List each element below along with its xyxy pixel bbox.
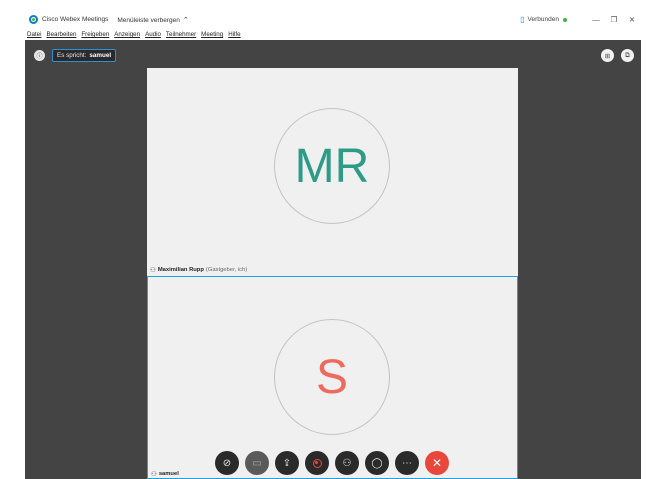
share-icon: ⇪ [282, 457, 292, 469]
mute-mic-icon: ⊘ [222, 457, 232, 469]
meeting-controls: ⊘ ▭ ⇪ ⚇ ◯ ⋯ ✕ [215, 451, 455, 477]
title-bar: Cisco Webex Meetings Menüleiste verberge… [25, 10, 641, 29]
video-tile-active-speaker[interactable]: S ⚇ samuel [147, 276, 518, 479]
speaker-name: samuel [89, 52, 112, 59]
menu-item-meeting[interactable]: Meeting [201, 31, 223, 38]
connection-status[interactable]: ▯ Verbunden [520, 15, 567, 24]
menu-item-teilnehmer[interactable]: Teilnehmer [166, 31, 196, 38]
share-button[interactable]: ⇪ [275, 451, 299, 475]
end-meeting-button[interactable]: ✕ [425, 451, 449, 475]
info-icon[interactable]: ⓘ [34, 50, 45, 61]
avatar: S [274, 319, 390, 435]
video-off-icon: ▭ [252, 457, 262, 469]
webex-logo-icon [29, 15, 38, 24]
app-title: Cisco Webex Meetings [42, 16, 109, 23]
participant-role: (Gastgeber, ich) [205, 267, 248, 273]
avatar-initials: S [315, 350, 348, 404]
video-tile-host[interactable]: MR ⚇ Maximilian Rupp (Gastgeber, ich) [147, 68, 518, 276]
participant-name: Maximilian Rupp [157, 267, 204, 273]
connection-status-label: Verbunden [527, 16, 559, 23]
avatar-initials: MR [294, 139, 370, 193]
close-window-button[interactable]: ✕ [623, 15, 641, 24]
menu-item-hilfe[interactable]: Hilfe [228, 31, 240, 38]
chevron-up-icon: ⌃ [182, 16, 189, 24]
participant-name: samuel [158, 471, 179, 477]
menu-item-freigeben[interactable]: Freigeben [81, 31, 109, 38]
menu-item-anzeigen[interactable]: Anzeigen [114, 31, 140, 38]
video-button[interactable]: ▭ [245, 451, 269, 475]
participant-icon: ⚇ [151, 471, 157, 478]
participants-button[interactable]: ⚇ [335, 451, 359, 475]
signal-icon: ▯ [520, 15, 525, 24]
record-button[interactable] [305, 451, 329, 475]
minimize-button[interactable]: — [587, 15, 605, 24]
chat-icon: ◯ [371, 457, 383, 469]
more-icon: ⋯ [402, 457, 412, 469]
meeting-stage: ⓘ Es spricht: samuel ⊞ ⧉ MR ⚇ Maximilian… [25, 40, 641, 479]
mute-button[interactable]: ⊘ [215, 451, 239, 475]
menu-item-audio[interactable]: Audio [145, 31, 161, 38]
chat-button[interactable]: ◯ [365, 451, 389, 475]
participant-name-label: ⚇ samuel [151, 470, 181, 478]
hide-menu-bar-toggle[interactable]: Menüleiste verbergen ⌃ [117, 16, 188, 24]
menu-item-bearbeiten[interactable]: Bearbeiten [46, 31, 76, 38]
active-speaker-indicator: Es spricht: samuel [52, 49, 117, 62]
grid-view-icon[interactable]: ⊞ [601, 49, 614, 62]
participants-icon: ⚇ [342, 457, 352, 469]
record-icon [312, 458, 322, 468]
more-options-button[interactable]: ⋯ [395, 451, 419, 475]
participant-icon: ⚇ [150, 267, 156, 274]
participant-name-label: ⚇ Maximilian Rupp (Gastgeber, ich) [150, 266, 247, 274]
end-meeting-icon: ✕ [431, 456, 443, 470]
speaker-prefix: Es spricht: [57, 52, 87, 59]
menu-item-datei[interactable]: Datei [27, 31, 41, 38]
pop-out-icon[interactable]: ⧉ [621, 49, 634, 62]
hide-menu-bar-label: Menüleiste verbergen [117, 16, 180, 24]
avatar: MR [274, 108, 390, 224]
connected-indicator-icon [563, 17, 567, 22]
menu-bar: Datei Bearbeiten Freigeben Anzeigen Audi… [25, 29, 641, 40]
restore-button[interactable]: ❐ [605, 15, 623, 24]
